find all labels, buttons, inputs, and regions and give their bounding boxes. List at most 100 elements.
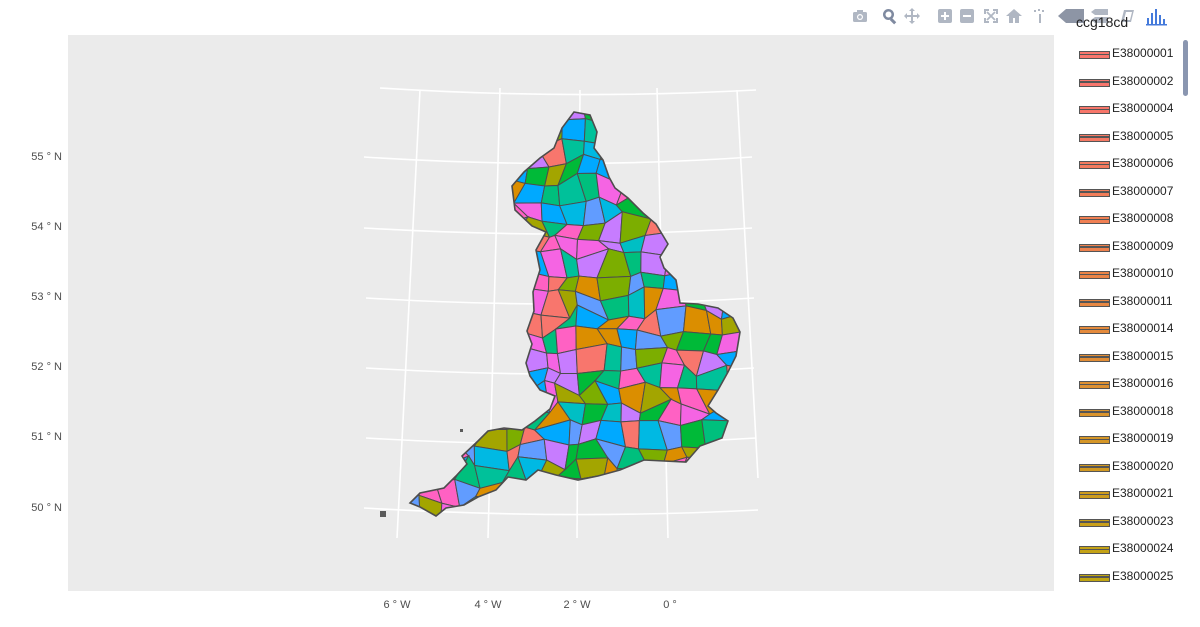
ccg-region[interactable] (637, 480, 668, 506)
ccg-region[interactable] (655, 498, 686, 520)
ccg-region[interactable] (637, 498, 665, 520)
ccg-region[interactable] (474, 380, 503, 412)
ccg-region[interactable] (400, 234, 421, 257)
legend-item[interactable]: E38000020 (1066, 455, 1178, 475)
ccg-region[interactable] (493, 327, 523, 351)
ccg-region[interactable] (602, 105, 624, 125)
ccg-region[interactable] (555, 325, 577, 355)
ccg-region[interactable] (641, 121, 659, 143)
ccg-region[interactable] (462, 364, 489, 388)
ccg-region[interactable] (412, 428, 443, 447)
ccg-region[interactable] (418, 179, 444, 195)
legend-item[interactable]: E38000019 (1066, 427, 1178, 447)
ccg-region[interactable] (497, 269, 522, 300)
ccg-region[interactable] (556, 348, 578, 375)
ccg-region[interactable] (617, 159, 650, 187)
ccg-region[interactable] (438, 230, 465, 257)
ccg-region[interactable] (702, 119, 729, 144)
ccg-region[interactable] (482, 271, 502, 301)
ccg-region[interactable] (603, 343, 623, 372)
ccg-region[interactable] (484, 154, 499, 178)
legend-item[interactable]: E38000008 (1066, 207, 1178, 227)
ccg-region[interactable] (474, 304, 505, 330)
ccg-region[interactable] (500, 105, 523, 129)
map-canvas[interactable] (0, 0, 1200, 627)
ccg-region[interactable] (710, 231, 724, 264)
ccg-region[interactable] (720, 495, 745, 520)
ccg-region[interactable] (655, 118, 693, 146)
ccg-region[interactable] (704, 447, 733, 469)
ccg-region[interactable] (659, 158, 682, 182)
legend-item[interactable]: E38000015 (1066, 345, 1178, 365)
ccg-region[interactable] (618, 480, 642, 509)
ccg-region[interactable] (675, 177, 705, 202)
ccg-region[interactable] (521, 503, 548, 520)
ccg-region[interactable] (538, 476, 557, 506)
ccg-region[interactable] (435, 385, 465, 410)
legend-item[interactable]: E38000001 (1066, 42, 1178, 62)
ccg-region[interactable] (640, 251, 669, 277)
ccg-region[interactable] (435, 362, 470, 392)
ccg-region[interactable] (498, 121, 519, 150)
ccg-region[interactable] (709, 475, 731, 504)
ccg-region[interactable] (675, 158, 707, 181)
ccg-region[interactable] (452, 326, 482, 357)
legend-item[interactable]: E38000007 (1066, 180, 1178, 200)
ccg-region[interactable] (452, 304, 482, 330)
ccg-region[interactable] (696, 176, 726, 207)
ccg-region[interactable] (717, 443, 745, 469)
ccg-region[interactable] (722, 255, 745, 276)
ccg-region[interactable] (720, 288, 745, 320)
ccg-region[interactable] (727, 420, 745, 449)
legend-item[interactable]: E38000024 (1066, 537, 1178, 557)
ccg-region[interactable] (665, 215, 689, 237)
ccg-region[interactable] (703, 495, 726, 520)
legend-item[interactable]: E38000004 (1066, 97, 1178, 117)
ccg-region[interactable] (683, 105, 705, 126)
ccg-region[interactable] (439, 138, 463, 162)
ccg-region[interactable] (603, 473, 627, 509)
ccg-region[interactable] (400, 272, 426, 295)
ccg-region[interactable] (686, 118, 713, 146)
ccg-region[interactable] (454, 247, 484, 283)
legend-scrollbar[interactable] (1183, 40, 1188, 96)
ccg-region[interactable] (414, 137, 441, 168)
ccg-region[interactable] (555, 504, 584, 520)
ccg-region[interactable] (677, 272, 711, 295)
ccg-region[interactable] (662, 272, 685, 292)
ccg-region[interactable] (454, 277, 486, 301)
ccg-region[interactable] (414, 390, 448, 411)
ccg-region[interactable] (456, 139, 487, 159)
ccg-region[interactable] (723, 119, 745, 144)
ccg-region[interactable] (514, 116, 546, 150)
ccg-region[interactable] (717, 231, 745, 264)
ccg-region[interactable] (707, 456, 732, 477)
ccg-region[interactable] (434, 179, 465, 194)
ccg-region[interactable] (616, 467, 650, 490)
ccg-region[interactable] (727, 387, 745, 408)
legend-item[interactable]: E38000023 (1066, 510, 1178, 530)
ccg-region[interactable] (461, 398, 488, 431)
ccg-region[interactable] (677, 257, 712, 280)
ccg-region[interactable] (679, 235, 712, 264)
ccg-region[interactable] (433, 191, 465, 225)
ccg-region[interactable] (675, 139, 713, 162)
ccg-region[interactable] (599, 137, 620, 161)
ccg-region[interactable] (440, 398, 465, 432)
ccg-region[interactable] (478, 192, 502, 226)
legend-item[interactable]: E38000011 (1066, 290, 1178, 310)
ccg-region[interactable] (457, 231, 485, 261)
ccg-region[interactable] (500, 410, 526, 430)
legend-item[interactable]: E38000009 (1066, 235, 1178, 255)
ccg-region[interactable] (620, 346, 638, 372)
legend-item[interactable]: E38000014 (1066, 317, 1178, 337)
ccg-region[interactable] (664, 255, 681, 277)
ccg-region[interactable] (433, 105, 462, 125)
ccg-region[interactable] (439, 305, 454, 336)
ccg-region[interactable] (453, 176, 489, 194)
ccg-region[interactable] (415, 361, 446, 396)
ccg-region[interactable] (615, 174, 651, 207)
ccg-region[interactable] (501, 479, 528, 506)
ccg-region[interactable] (500, 286, 522, 311)
ccg-region[interactable] (400, 494, 421, 520)
